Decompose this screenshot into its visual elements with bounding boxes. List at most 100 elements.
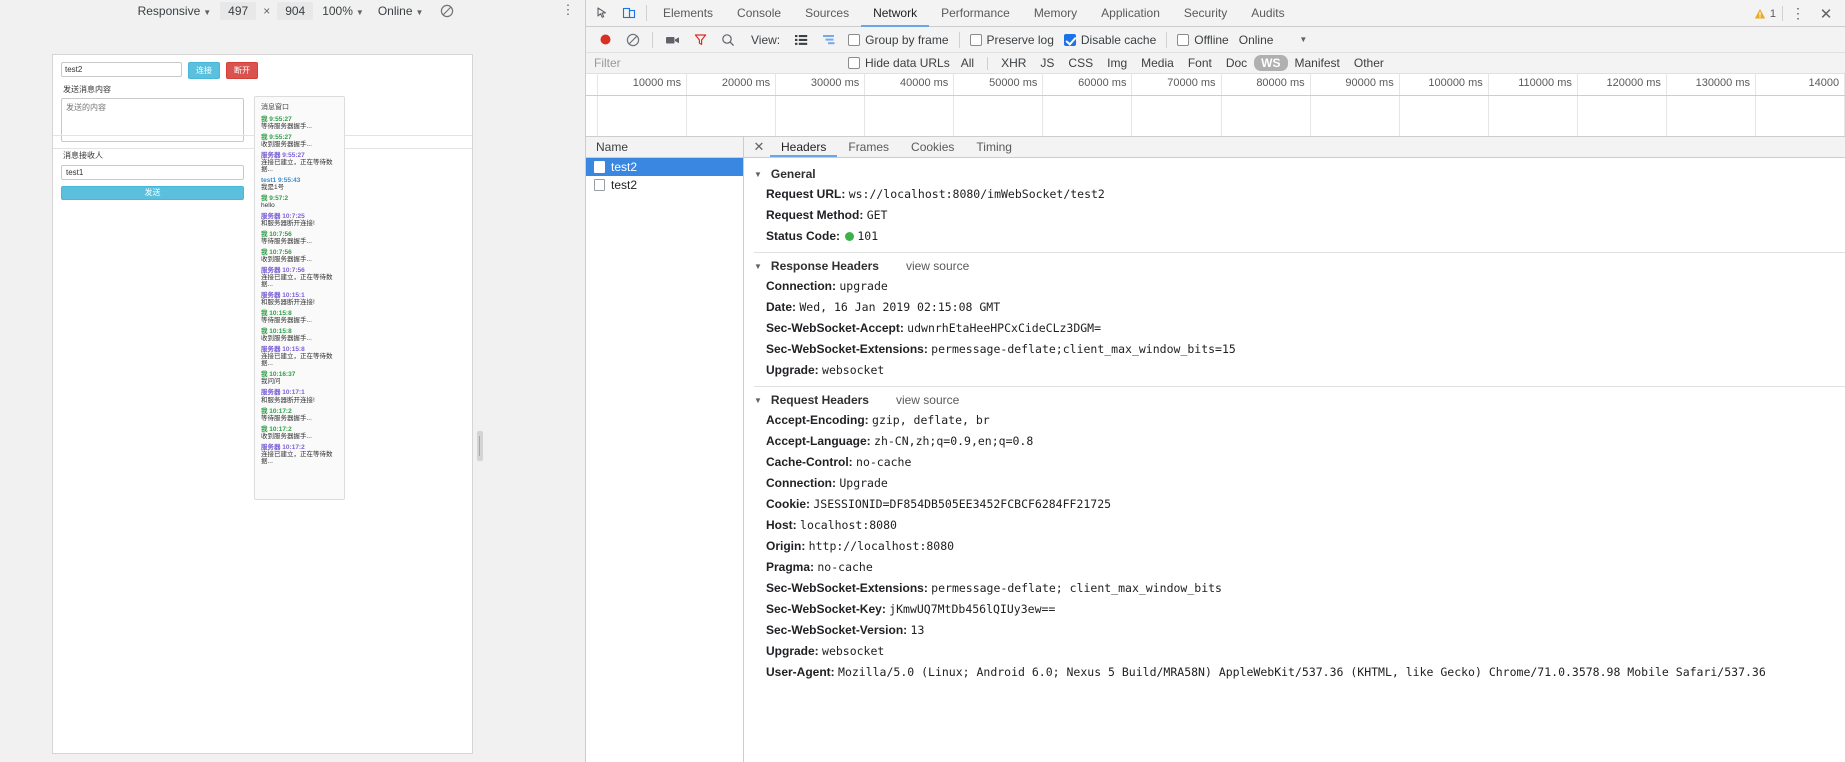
throttling-selector[interactable]: Online ▼ <box>371 4 431 18</box>
disconnect-button[interactable]: 断开 <box>226 62 258 79</box>
message-item: 我 9:55:27 收到服务器握手... <box>261 134 338 148</box>
header-value: gzip, deflate, br <box>872 413 990 427</box>
header-row: Status Code: 101 <box>744 226 1845 247</box>
clear-network-log-icon[interactable] <box>620 28 646 52</box>
disable-cache-checkbox[interactable]: Disable cache <box>1060 33 1160 47</box>
device-height-input[interactable]: 904 <box>277 1 314 20</box>
devtools-tab-audits[interactable]: Audits <box>1239 0 1296 27</box>
type-filter-js[interactable]: JS <box>1033 55 1061 71</box>
filter-icon[interactable] <box>687 28 713 52</box>
detail-tab-frames[interactable]: Frames <box>837 137 900 157</box>
network-timeline-overview[interactable]: 10000 ms 20000 ms 30000 ms 40000 ms 50000 ms… <box>586 74 1845 137</box>
zoom-selector[interactable]: 100% ▼ <box>315 4 371 18</box>
more-tools-icon[interactable]: ⋮ <box>1785 2 1811 26</box>
toggle-device-toolbar-icon[interactable] <box>616 1 642 25</box>
request-rows[interactable]: test2 test2 <box>586 158 743 194</box>
header-value: permessage-deflate; client_max_window_bi… <box>931 581 1222 595</box>
devtools-tab-elements[interactable]: Elements <box>651 0 725 27</box>
type-filter-media[interactable]: Media <box>1134 55 1181 71</box>
message-text: 和服务器断开连接! <box>261 396 315 404</box>
header-row: Sec-WebSocket-Accept: udwnrhEtaHeeHPCxCi… <box>744 318 1845 339</box>
type-filter-manifest[interactable]: Manifest <box>1288 55 1347 71</box>
receiver-input[interactable] <box>61 165 244 180</box>
device-more-options-icon[interactable]: ⋮ <box>561 3 575 17</box>
timeline-tick-label: 90000 ms <box>1345 77 1394 89</box>
inspect-element-icon[interactable] <box>590 1 616 25</box>
view-source-link[interactable]: view source <box>896 393 959 407</box>
waterfall-view-icon[interactable] <box>816 28 842 52</box>
detail-tabs[interactable]: Headers Frames Cookies Timing <box>770 137 1023 157</box>
hide-data-urls-label: Hide data URLs <box>865 56 950 70</box>
capture-screenshots-icon[interactable] <box>659 28 685 52</box>
timeline-left-gutter <box>586 74 598 136</box>
request-row[interactable]: test2 <box>586 176 743 194</box>
message-text: hello <box>261 202 275 210</box>
detail-tab-cookies[interactable]: Cookies <box>900 137 965 157</box>
app-root: Responsive▼ 497 × 904 100%▼ Online▼ ⋮ <box>0 0 1845 762</box>
type-filter-font[interactable]: Font <box>1181 55 1219 71</box>
type-filter-doc[interactable]: Doc <box>1219 55 1254 71</box>
warning-chip[interactable]: 1 <box>1754 6 1783 21</box>
type-filter-xhr[interactable]: XHR <box>994 55 1033 71</box>
header-key: Host: <box>766 518 797 532</box>
timeline-tick-columns: 10000 ms 20000 ms 30000 ms 40000 ms 50000 ms… <box>598 74 1845 136</box>
view-source-link[interactable]: view source <box>906 259 969 273</box>
header-value: permessage-deflate;client_max_window_bit… <box>931 342 1236 356</box>
type-filter-other[interactable]: Other <box>1347 55 1391 71</box>
devtools-tab-network[interactable]: Network <box>861 0 929 27</box>
header-value: 13 <box>910 623 925 637</box>
devtools-tab-security[interactable]: Security <box>1172 0 1239 27</box>
header-key: Pragma: <box>766 560 815 574</box>
devtools-tab-console[interactable]: Console <box>725 0 793 27</box>
headers-section-title[interactable]: ▼ General <box>744 164 1845 184</box>
detail-tab-timing[interactable]: Timing <box>965 137 1023 157</box>
devtools-tab-memory[interactable]: Memory <box>1022 0 1089 27</box>
offline-checkbox[interactable]: Offline <box>1173 33 1232 47</box>
send-button[interactable]: 发送 <box>61 185 244 200</box>
chevron-down-icon: ▼ <box>1299 35 1308 44</box>
websocket-url-input[interactable] <box>61 62 182 77</box>
header-row: Request Method: GET <box>744 205 1845 226</box>
header-value: jKmwUQ7MtDb456lQIUy3ew== <box>889 602 1056 616</box>
rotate-icon[interactable] <box>440 4 454 18</box>
request-row[interactable]: test2 <box>586 158 743 176</box>
header-key: Upgrade: <box>766 363 819 377</box>
headers-section-title[interactable]: ▼ Request Headers view source <box>744 390 1845 410</box>
group-by-frame-checkbox[interactable]: Group by frame <box>844 33 952 47</box>
resource-type-filters[interactable]: All XHR JS CSS Img Media Font Doc WS Manifest Othe… <box>954 55 1391 71</box>
devtools-tab-performance[interactable]: Performance <box>929 0 1022 27</box>
device-width-input[interactable]: 497 <box>220 1 257 20</box>
devtools-tab-sources[interactable]: Sources <box>793 0 861 27</box>
message-item: 服务器 10:15:1 和服务器断开连接! <box>261 292 338 306</box>
message-text: 连接已建立，正在等待数据... <box>261 274 333 289</box>
close-detail-icon[interactable]: ✕ <box>748 137 770 157</box>
record-button-icon[interactable] <box>592 28 618 52</box>
header-key: Sec-WebSocket-Version: <box>766 623 908 637</box>
request-list-header[interactable]: Name <box>586 137 743 158</box>
device-selector[interactable]: Responsive ▼ <box>131 4 219 18</box>
message-text: 收到服务器握手... <box>261 335 312 343</box>
type-filter-css[interactable]: CSS <box>1061 55 1100 71</box>
viewport-resize-handle[interactable] <box>477 431 483 461</box>
search-icon[interactable] <box>715 28 741 52</box>
detail-tab-headers[interactable]: Headers <box>770 137 837 157</box>
list-view-icon[interactable] <box>788 28 814 52</box>
timeline-tick-label: 110000 ms <box>1518 77 1572 89</box>
close-devtools-icon[interactable]: ✕ <box>1813 2 1839 26</box>
message-item: 我 10:7:56 收到服务器握手... <box>261 249 338 263</box>
type-filter-ws[interactable]: WS <box>1254 55 1288 71</box>
type-filter-img[interactable]: Img <box>1100 55 1134 71</box>
headers-section-title[interactable]: ▼ Response Headers view source <box>744 256 1845 276</box>
throttling-select[interactable]: Online ▼ <box>1235 33 1308 47</box>
checkbox-box <box>969 33 982 46</box>
devtools-tab-application[interactable]: Application <box>1089 0 1172 27</box>
devtools-tab-list[interactable]: Elements Console Sources Network Performance… <box>651 0 1297 27</box>
connect-button[interactable]: 连接 <box>188 62 220 79</box>
type-filter-all[interactable]: All <box>954 55 981 71</box>
timeline-tick: 40000 ms <box>865 74 955 136</box>
hide-data-urls-checkbox[interactable]: Hide data URLs <box>844 56 954 70</box>
preserve-log-checkbox[interactable]: Preserve log <box>966 33 1058 47</box>
filter-input[interactable]: Filter <box>594 56 844 70</box>
timeline-tick-label: 60000 ms <box>1078 77 1127 89</box>
message-list[interactable]: 我 9:55:27 等待服务器握手... 我 9:55:27 收到服务器握手... 服务… <box>255 116 344 465</box>
